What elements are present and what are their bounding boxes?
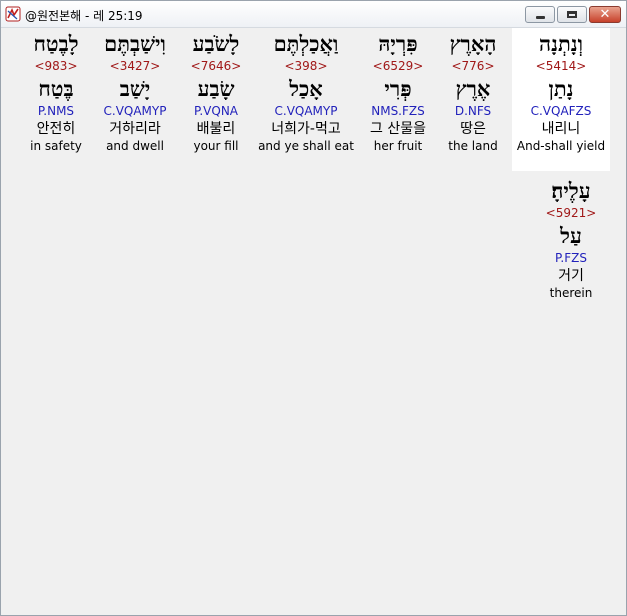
hebrew-lemma: נָתַן: [548, 76, 574, 101]
english-gloss: in safety: [30, 139, 82, 153]
hebrew-word: לָבֶטַח: [33, 31, 79, 56]
word-block[interactable]: לָבֶטַח <983> בֶּטַח P.NMS 안전히 in safety: [23, 28, 89, 154]
word-block[interactable]: הָאָרֶץ <776> אֶרֶץ D.NFS 땅은 the land: [437, 28, 509, 154]
hebrew-word: פִּרְיָהּ: [378, 31, 418, 56]
morphology-code: NMS.FZS: [371, 104, 425, 118]
close-icon: ✕: [599, 7, 611, 22]
word-block[interactable]: וַאֲכַלְתֶּם <398> אָכַל C.VQAMYP 너희가-먹고…: [255, 28, 357, 154]
korean-gloss: 그 산물을: [370, 121, 426, 137]
korean-gloss: 땅은: [460, 121, 486, 137]
english-gloss: her fruit: [373, 139, 423, 153]
english-gloss: the land: [448, 139, 498, 153]
hebrew-lemma: אָכַל: [289, 76, 323, 101]
hebrew-word: עָלֶיהָ׃: [551, 178, 591, 203]
morphology-code: C.VQAFZS: [530, 104, 592, 118]
korean-gloss: 거하리라: [109, 121, 161, 137]
strong-number-link[interactable]: <398>: [255, 59, 357, 76]
strong-number-link[interactable]: <3427>: [93, 59, 177, 76]
korean-gloss: 거기: [558, 268, 584, 284]
korean-gloss: 내리니: [541, 121, 581, 137]
english-gloss: and ye shall eat: [258, 139, 354, 153]
strong-number-link[interactable]: <776>: [437, 59, 509, 76]
app-window: @원전본해 - 레 25:19 ✕ וְנָתְנָה <5414> נָתַן…: [0, 0, 627, 616]
word-block[interactable]: וִישַׁבְתֶּם <3427> יָשַׁב C.VQAMYP 거하리라…: [93, 28, 177, 154]
strong-number-link[interactable]: <7646>: [181, 59, 251, 76]
title-bar[interactable]: @원전본해 - 레 25:19 ✕: [1, 1, 626, 28]
app-logo-icon: [5, 6, 21, 22]
english-gloss: therein: [549, 286, 593, 300]
maximize-icon: [567, 11, 577, 18]
hebrew-lemma: עַל: [560, 223, 582, 248]
interlinear-panel: וְנָתְנָה <5414> נָתַן C.VQAFZS 내리니 And-…: [1, 28, 626, 615]
korean-gloss: 너희가-먹고: [271, 121, 341, 137]
morphology-code: C.VQAMYP: [274, 104, 338, 118]
english-gloss: and dwell: [106, 139, 164, 153]
hebrew-lemma: יָשַׁב: [119, 76, 151, 101]
morphology-code: D.NFS: [454, 104, 492, 118]
word-block[interactable]: פִּרְיָהּ <6529> פְּרִי NMS.FZS 그 산물을 he…: [359, 28, 437, 154]
morphology-code: P.VQNA: [193, 104, 239, 118]
korean-gloss: 안전히: [36, 121, 76, 137]
hebrew-lemma: בֶּטַח: [38, 76, 74, 101]
word-block[interactable]: וְנָתְנָה <5414> נָתַן C.VQAFZS 내리니 And-…: [512, 28, 610, 171]
hebrew-word: הָאָרֶץ: [449, 31, 497, 56]
hebrew-lemma: אֶרֶץ: [455, 76, 491, 101]
strong-number-link[interactable]: <5921>: [531, 206, 611, 223]
close-button[interactable]: ✕: [589, 6, 621, 23]
minimize-button[interactable]: [525, 6, 555, 23]
strong-number-link[interactable]: <983>: [23, 59, 89, 76]
hebrew-word: לָשֹׂבַע: [192, 31, 240, 56]
hebrew-word: וְנָתְנָה: [539, 31, 583, 56]
hebrew-lemma: שָׂבַע: [197, 76, 235, 101]
maximize-button[interactable]: [557, 6, 587, 23]
hebrew-word: וִישַׁבְתֶּם: [104, 31, 166, 56]
minimize-icon: [536, 16, 545, 19]
word-block[interactable]: עָלֶיהָ׃ <5921> עַל P.FZS 거기 therein: [531, 175, 611, 301]
hebrew-lemma: פְּרִי: [384, 76, 412, 101]
morphology-code: C.VQAMYP: [103, 104, 167, 118]
strong-number-link[interactable]: <5414>: [512, 59, 610, 76]
english-gloss: your fill: [193, 139, 239, 153]
hebrew-word: וַאֲכַלְתֶּם: [273, 31, 339, 56]
korean-gloss: 배불리: [196, 121, 236, 137]
english-gloss: And-shall yield: [516, 139, 606, 153]
strong-number-link[interactable]: <6529>: [359, 59, 437, 76]
morphology-code: P.FZS: [555, 251, 587, 265]
word-block[interactable]: לָשֹׂבַע <7646> שָׂבַע P.VQNA 배불리 your f…: [181, 28, 251, 154]
morphology-code: P.NMS: [37, 104, 75, 118]
window-title: @원전본해 - 레 25:19: [25, 9, 143, 23]
